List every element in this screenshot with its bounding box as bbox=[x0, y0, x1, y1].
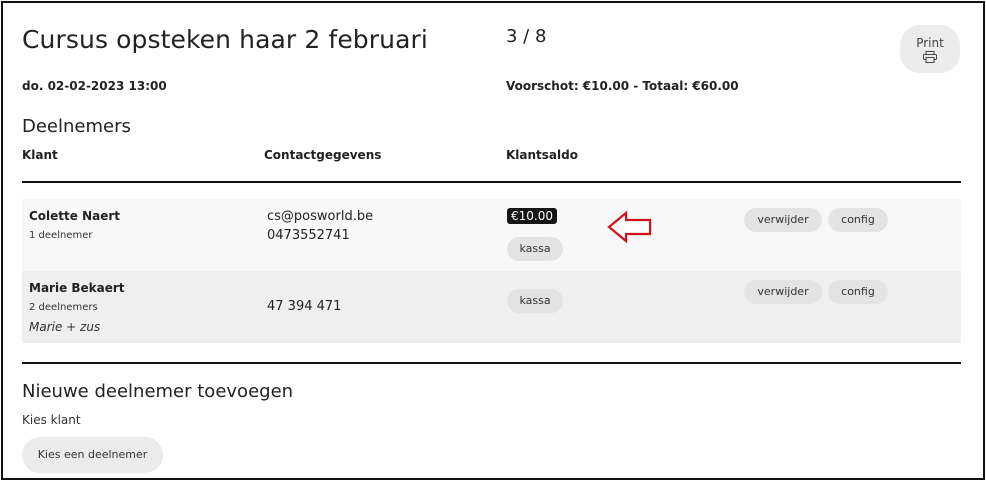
client-phone: 47 394 471 bbox=[267, 299, 342, 314]
page-title: Cursus opsteken haar 2 februari bbox=[22, 25, 428, 54]
section-divider bbox=[22, 362, 961, 364]
participant-count: 2 deelnemers bbox=[29, 302, 98, 313]
print-button[interactable]: Print bbox=[900, 25, 960, 73]
column-header-client: Klant bbox=[22, 148, 58, 162]
participants-title: Deelnemers bbox=[22, 116, 131, 137]
choose-client-label: Kies klant bbox=[22, 413, 81, 427]
config-button[interactable]: config bbox=[828, 280, 888, 304]
window-frame: Cursus opsteken haar 2 februari 3 / 8 do… bbox=[1, 1, 985, 480]
remove-button[interactable]: verwijder bbox=[744, 280, 822, 304]
participant-count: 1 deelnemer bbox=[29, 230, 93, 241]
remove-button[interactable]: verwijder bbox=[744, 208, 822, 232]
kassa-button[interactable]: kassa bbox=[507, 289, 563, 313]
column-header-contact: Contactgegevens bbox=[264, 148, 382, 162]
table-row: Colette Naert 1 deelnemer cs@posworld.be… bbox=[22, 199, 961, 271]
kassa-button[interactable]: kassa bbox=[507, 237, 563, 261]
payment-summary: Voorschot: €10.00 - Totaal: €60.00 bbox=[506, 79, 739, 93]
red-arrow-left-icon bbox=[607, 210, 652, 244]
capacity-count: 3 / 8 bbox=[506, 26, 547, 47]
client-phone: 0473552741 bbox=[267, 228, 350, 243]
add-participant-title: Nieuwe deelnemer toevoegen bbox=[22, 381, 294, 402]
table-top-divider bbox=[22, 181, 961, 183]
table-row: Marie Bekaert 2 deelnemers Marie + zus 4… bbox=[22, 271, 961, 343]
printer-icon bbox=[923, 51, 937, 63]
config-button[interactable]: config bbox=[828, 208, 888, 232]
print-label: Print bbox=[916, 36, 944, 50]
balance-badge: €10.00 bbox=[507, 208, 557, 224]
participant-note: Marie + zus bbox=[29, 320, 101, 334]
choose-participant-button[interactable]: Kies een deelnemer bbox=[22, 437, 163, 473]
course-date: do. 02-02-2023 13:00 bbox=[22, 79, 167, 93]
column-header-balance: Klantsaldo bbox=[506, 148, 578, 162]
client-name: Marie Bekaert bbox=[29, 281, 125, 295]
client-name: Colette Naert bbox=[29, 209, 121, 223]
client-email: cs@posworld.be bbox=[267, 209, 374, 224]
